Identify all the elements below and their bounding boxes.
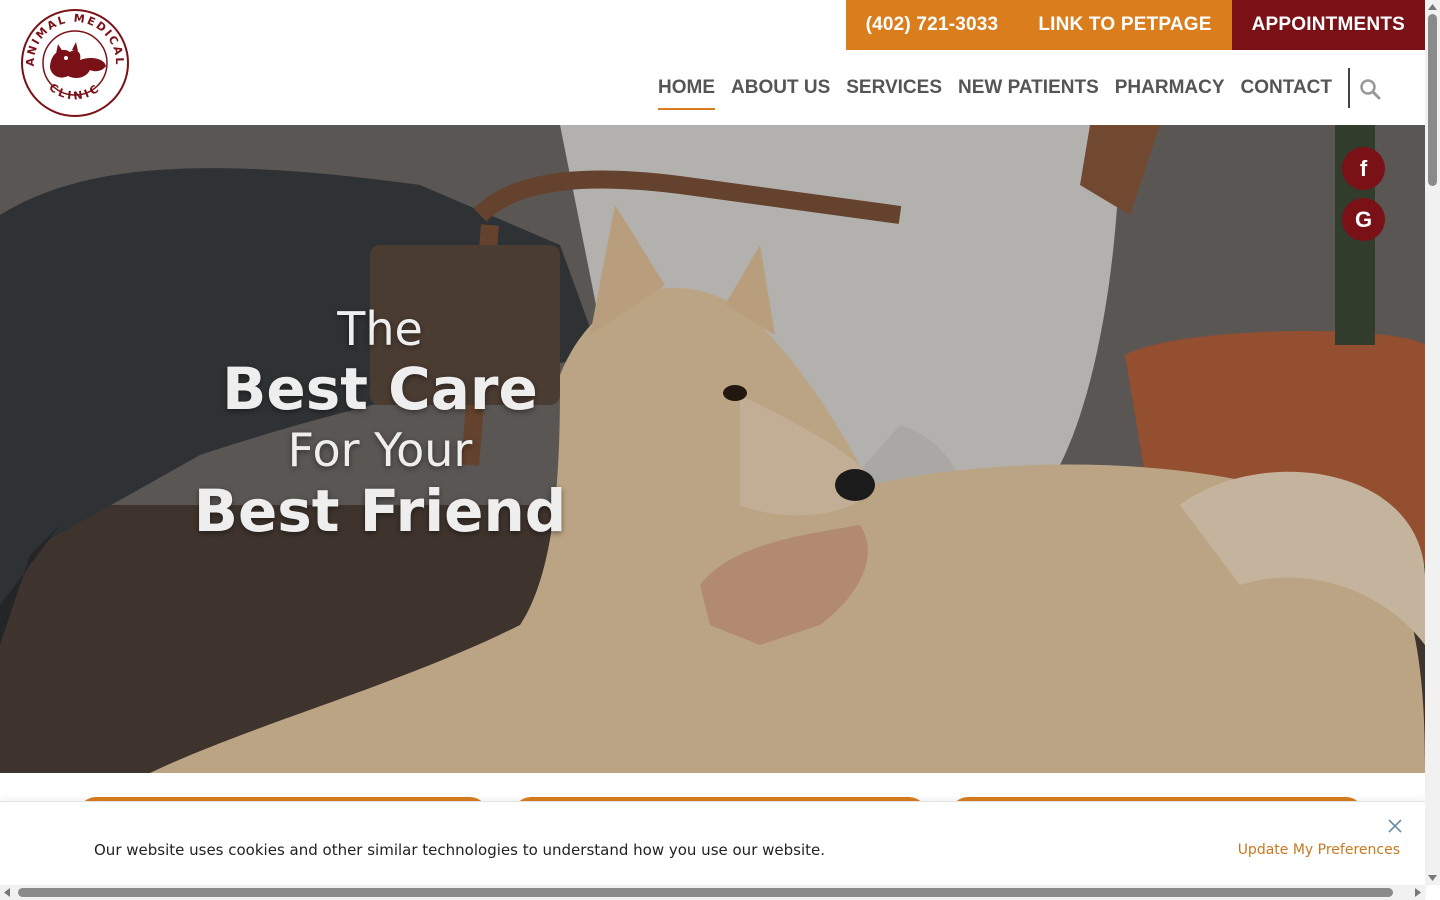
cookie-message: Our website uses cookies and other simil… (94, 841, 826, 859)
hero-headline: The Best Care For Your Best Friend (180, 300, 580, 542)
google-button[interactable]: G (1342, 198, 1385, 241)
scroll-up-icon[interactable] (1428, 4, 1437, 10)
hero-banner: The Best Care For Your Best Friend f G (0, 125, 1425, 773)
appointments-button[interactable]: APPOINTMENTS (1231, 0, 1425, 50)
scroll-right-icon[interactable] (1415, 888, 1421, 897)
nav-contact[interactable]: CONTACT (1241, 68, 1332, 110)
horizontal-scroll-thumb[interactable] (18, 888, 1393, 897)
facebook-button[interactable]: f (1342, 147, 1385, 190)
hero-line-2: Best Care (222, 355, 538, 423)
nav-services[interactable]: SERVICES (846, 68, 942, 110)
horizontal-scrollbar[interactable] (0, 885, 1425, 900)
hero-line-3: For Your (287, 423, 473, 477)
search-button[interactable] (1350, 68, 1390, 110)
close-icon (1388, 819, 1402, 833)
clinic-logo[interactable]: ANIMAL MEDICAL CLINIC (20, 8, 130, 118)
petpage-link[interactable]: LINK TO PETPAGE (1018, 0, 1232, 50)
scroll-down-icon[interactable] (1428, 875, 1437, 881)
update-preferences-link[interactable]: Update My Preferences (1238, 842, 1400, 858)
nav-pharmacy[interactable]: PHARMACY (1115, 68, 1225, 110)
main-nav: HOME ABOUT US SERVICES NEW PATIENTS PHAR… (642, 68, 1390, 110)
nav-new-patients[interactable]: NEW PATIENTS (958, 68, 1099, 110)
facebook-icon: f (1359, 155, 1368, 181)
phone-link[interactable]: (402) 721-3033 (845, 0, 1019, 50)
nav-home[interactable]: HOME (658, 68, 716, 110)
vertical-scrollbar[interactable] (1425, 0, 1440, 885)
search-icon (1360, 79, 1381, 100)
vertical-scroll-thumb[interactable] (1428, 14, 1437, 186)
hero-line-1: The (337, 302, 423, 356)
hero-line-4: Best Friend (193, 477, 567, 545)
scroll-left-icon[interactable] (4, 888, 10, 897)
google-icon: G (1354, 206, 1373, 232)
site-header: ANIMAL MEDICAL CLINIC (402) 721-3033 LIN… (0, 0, 1425, 125)
cookie-close-button[interactable] (1383, 814, 1407, 838)
top-action-bar: (402) 721-3033 LINK TO PETPAGE APPOINTME… (845, 0, 1425, 50)
nav-about-us[interactable]: ABOUT US (731, 68, 830, 110)
